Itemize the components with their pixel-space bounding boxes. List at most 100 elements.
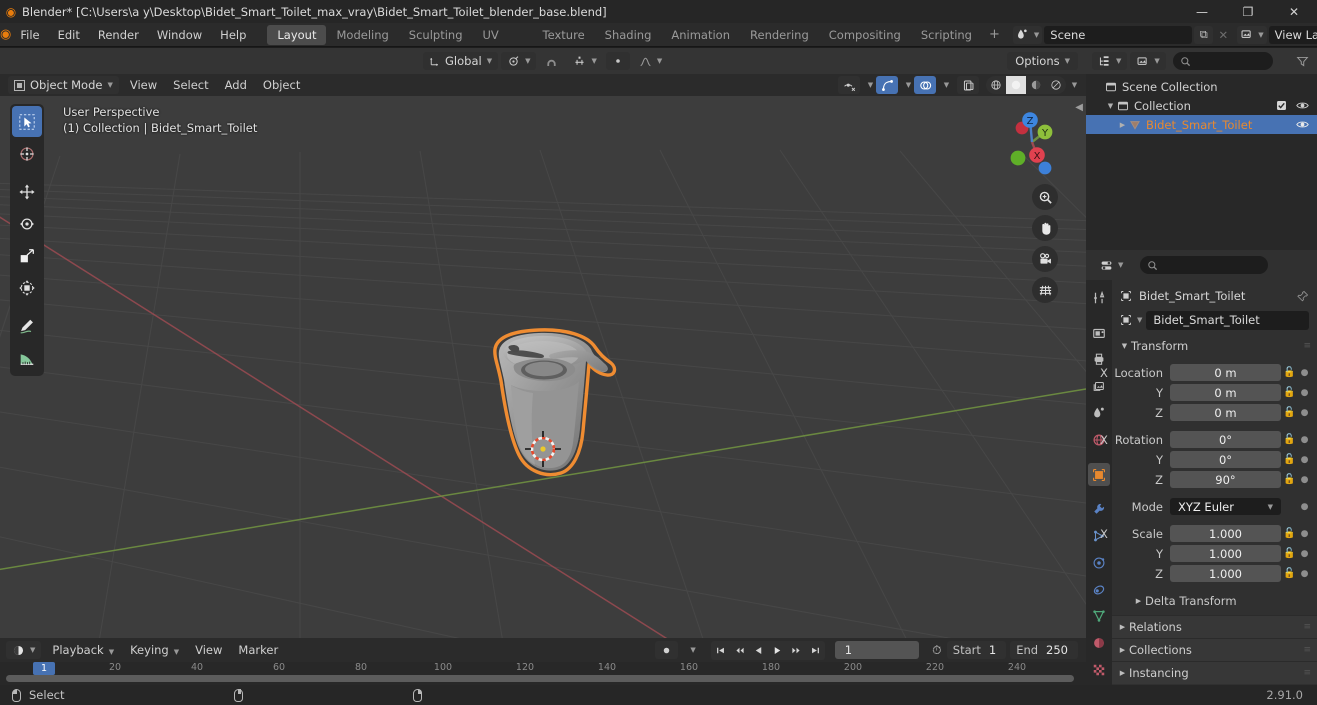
modifier-icon[interactable] (1088, 497, 1110, 521)
overlays-toggle[interactable] (914, 76, 936, 94)
maximize-button[interactable]: ❐ (1225, 0, 1271, 23)
rotate-tool[interactable] (12, 208, 42, 239)
end-frame-field[interactable]: End 250 (1010, 641, 1078, 659)
3d-viewport[interactable]: User Perspective (1) Collection | Bidet_… (0, 96, 1086, 638)
physics-icon[interactable] (1088, 551, 1110, 575)
tool-icon[interactable] (1088, 286, 1110, 310)
proportional-editing-toggle[interactable] (605, 52, 630, 70)
rendered-shading-button[interactable] (1046, 76, 1066, 94)
falloff-curve-dropdown[interactable]: ▼ (633, 52, 668, 70)
scale-tool[interactable] (12, 240, 42, 271)
menu-render[interactable]: Render (89, 23, 148, 47)
object-data-browse-icon[interactable]: ▼ (1120, 314, 1142, 326)
pan-icon[interactable] (1032, 215, 1058, 241)
menu-edit[interactable]: Edit (49, 23, 89, 47)
tab-compositing[interactable]: Compositing (819, 25, 911, 45)
animate-dot[interactable]: ● (1298, 475, 1311, 485)
checkbox-icon[interactable] (1276, 100, 1287, 111)
annotate-tool[interactable] (12, 310, 42, 341)
outliner[interactable]: Scene Collection ▼ Collection ▶ Bidet_Sm… (1086, 74, 1317, 250)
location-z-field[interactable]: 0 m (1170, 404, 1281, 421)
play-icon[interactable] (767, 640, 787, 660)
tab-rendering[interactable]: Rendering (740, 25, 819, 45)
tab-sculpting[interactable]: Sculpting (399, 25, 473, 45)
location-y-field[interactable]: 0 m (1170, 384, 1281, 401)
object-name-field[interactable]: Bidet_Smart_Toilet (1146, 310, 1309, 330)
timeline-editor-type-button[interactable]: ▼ (6, 641, 42, 659)
snap-magnet-toggle[interactable] (539, 52, 564, 70)
delta-transform-subpanel[interactable]: ▶ Delta Transform (1112, 591, 1317, 611)
animate-dot[interactable]: ● (1298, 368, 1311, 378)
expand-arrow-closed[interactable]: ▶ (1116, 121, 1129, 129)
timeline-body[interactable]: 1 20 40 60 80 100 120 140 160 180 200 22… (0, 662, 1086, 685)
outliner-row-bidet-smart-toilet[interactable]: ▶ Bidet_Smart_Toilet (1086, 115, 1317, 134)
wireframe-shading-button[interactable] (986, 76, 1006, 94)
camera-icon[interactable] (1032, 246, 1058, 272)
add-workspace-button[interactable]: + (982, 27, 1007, 42)
new-scene-button[interactable]: ⧉ (1194, 25, 1214, 44)
viewport-menu-select[interactable]: Select (165, 74, 216, 96)
material-icon[interactable] (1088, 631, 1110, 655)
outliner-editor-type-button[interactable]: ▼ (1092, 52, 1128, 70)
overlays-chevron-icon[interactable]: ▼ (938, 76, 950, 94)
shading-chevron-icon[interactable]: ▼ (1066, 76, 1078, 94)
lock-icon[interactable]: 🔓 (1281, 407, 1298, 418)
viewport-options-button[interactable]: Options ▼ (1007, 52, 1078, 70)
current-frame-field[interactable]: 1 (834, 641, 919, 659)
timeline-menu-marker[interactable]: Marker (230, 639, 286, 661)
viewport-menu-add[interactable]: Add (217, 74, 255, 96)
outliner-filter-icon[interactable] (1296, 55, 1317, 68)
scale-y-field[interactable]: 1.000 (1170, 545, 1281, 562)
cursor-tool[interactable] (12, 138, 42, 169)
tab-modeling[interactable]: Modeling (326, 25, 398, 45)
outliner-row-collection[interactable]: ▼ Collection (1086, 96, 1317, 115)
properties-editor-type-button[interactable]: ▼ (1094, 256, 1130, 274)
navigation-gizmo[interactable]: Y X Z (996, 106, 1068, 178)
timeline-menu-playback[interactable]: Playback ▼ (44, 639, 122, 661)
tab-animation[interactable]: Animation (661, 25, 740, 45)
data-icon[interactable] (1088, 605, 1110, 629)
lock-icon[interactable]: 🔓 (1281, 568, 1298, 579)
start-frame-field[interactable]: Start 1 (946, 641, 1007, 659)
lock-icon[interactable]: 🔓 (1281, 454, 1298, 465)
lock-icon[interactable]: 🔓 (1281, 528, 1298, 539)
timeline-scrollbar[interactable] (6, 675, 1074, 682)
visibility-icon[interactable] (838, 76, 860, 94)
animate-dot[interactable]: ● (1298, 408, 1311, 418)
animate-dot[interactable]: ● (1298, 549, 1311, 559)
animate-dot[interactable]: ● (1298, 569, 1311, 579)
animate-dot[interactable]: ● (1298, 435, 1311, 445)
texture-icon[interactable] (1088, 658, 1110, 682)
grid-icon[interactable] (1032, 277, 1058, 303)
tab-layout[interactable]: Layout (267, 24, 327, 45)
eye-icon[interactable] (1296, 119, 1309, 130)
properties-panel[interactable]: Bidet_Smart_Toilet ▼ Bidet_Smart_Toilet … (1100, 280, 1317, 685)
tab-uv-editing[interactable]: UV Editing (473, 25, 533, 62)
timeline-menu-keying[interactable]: Keying ▼ (122, 639, 187, 661)
outliner-display-mode-button[interactable]: ▼ (1130, 52, 1166, 70)
rotation-z-field[interactable]: 90° (1170, 471, 1281, 488)
tab-texture-paint[interactable]: Texture Paint (533, 25, 595, 62)
view-layer-browse-icon[interactable]: ▼ (1237, 25, 1267, 44)
tab-shading[interactable]: Shading (595, 25, 662, 45)
viewport-menu-view[interactable]: View (122, 74, 165, 96)
instancing-panel[interactable]: ▶ Instancing ≡ (1112, 661, 1317, 684)
constraints-icon[interactable] (1088, 578, 1110, 602)
scene-icon[interactable] (1088, 401, 1110, 425)
keying-chevron-icon[interactable]: ▼ (681, 641, 699, 659)
lock-icon[interactable]: 🔓 (1281, 387, 1298, 398)
collections-panel[interactable]: ▶ Collections ≡ (1112, 638, 1317, 661)
viewport-menu-object[interactable]: Object (255, 74, 308, 96)
xray-toggle[interactable] (957, 76, 979, 94)
next-keyframe-icon[interactable] (786, 640, 806, 660)
gizmo-toggle[interactable] (876, 76, 898, 94)
select-box-tool[interactable] (12, 106, 42, 137)
auto-keying-toggle[interactable] (655, 641, 679, 659)
playhead[interactable]: 1 (33, 662, 55, 675)
zoom-icon[interactable] (1032, 184, 1058, 210)
scene-name-field[interactable]: Scene (1044, 25, 1193, 44)
eye-icon[interactable] (1296, 100, 1309, 111)
rotation-x-field[interactable]: 0° (1170, 431, 1281, 448)
scene-browse-icon[interactable]: ▼ (1012, 25, 1043, 44)
visibility-chevron-icon[interactable]: ▼ (862, 76, 874, 94)
